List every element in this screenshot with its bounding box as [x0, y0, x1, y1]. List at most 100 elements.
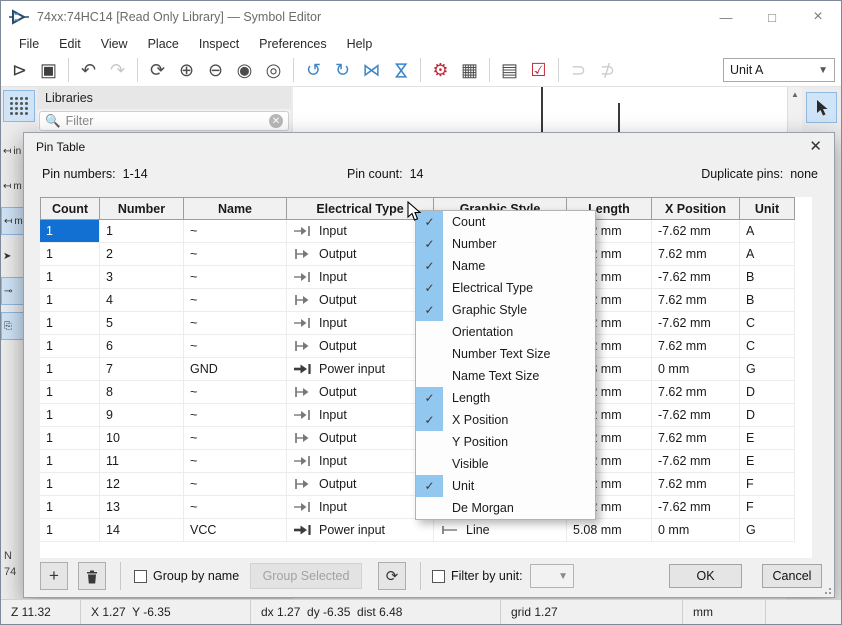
mirror-vertical-icon[interactable]: ⋈ [387, 57, 414, 84]
mirror-horizontal-icon[interactable]: ⋈ [358, 57, 385, 84]
rotate-ccw-icon[interactable]: ↺ [300, 57, 327, 84]
cell-count[interactable]: 1 [40, 496, 100, 519]
cell-count[interactable]: 1 [40, 519, 100, 542]
cell-name[interactable]: ~ [184, 220, 287, 243]
cell-unit[interactable]: E [740, 450, 795, 473]
cell-unit[interactable]: G [740, 358, 795, 381]
cell-name[interactable]: ~ [184, 404, 287, 427]
cell-name[interactable]: ~ [184, 381, 287, 404]
cell-x-position[interactable]: 7.62 mm [652, 473, 740, 496]
cell-number[interactable]: 3 [100, 266, 184, 289]
cell-number[interactable]: 12 [100, 473, 184, 496]
cell-x-position[interactable]: -7.62 mm [652, 312, 740, 335]
zoom-selection-icon[interactable]: ◎ [260, 57, 287, 84]
cell-x-position[interactable]: 7.62 mm [652, 243, 740, 266]
cell-count[interactable]: 1 [40, 427, 100, 450]
cell-name[interactable]: ~ [184, 312, 287, 335]
cell-length[interactable]: 5.08 mm [567, 519, 652, 542]
menu-item-name[interactable]: ✓Name [416, 255, 595, 277]
new-symbol-icon[interactable]: ⊳ [6, 57, 33, 84]
menu-preferences[interactable]: Preferences [249, 37, 336, 51]
clear-filter-icon[interactable]: ✕ [269, 114, 283, 128]
cell-x-position[interactable]: -7.62 mm [652, 404, 740, 427]
cell-electrical-type[interactable]: Power input [287, 358, 434, 381]
dock-tool-icon-4[interactable]: ⊸ [1, 277, 23, 305]
column-header-name[interactable]: Name [184, 197, 287, 220]
cell-unit[interactable]: C [740, 335, 795, 358]
library-filter-input[interactable]: 🔍 Filter ✕ [39, 111, 289, 131]
cell-x-position[interactable]: 7.62 mm [652, 289, 740, 312]
menu-item-visible[interactable]: Visible [416, 453, 595, 475]
cell-name[interactable]: ~ [184, 266, 287, 289]
menu-place[interactable]: Place [138, 37, 189, 51]
menu-item-de-morgan[interactable]: De Morgan [416, 497, 595, 519]
dock-tool-icon-5[interactable]: ⎘ [1, 312, 23, 340]
maximize-button[interactable]: □ [749, 1, 795, 33]
cell-electrical-type[interactable]: Output [287, 335, 434, 358]
cell-electrical-type[interactable]: Output [287, 427, 434, 450]
cell-number[interactable]: 10 [100, 427, 184, 450]
menu-view[interactable]: View [91, 37, 138, 51]
cell-unit[interactable]: D [740, 381, 795, 404]
cell-unit[interactable]: B [740, 289, 795, 312]
dialog-close-icon[interactable]: ✕ [809, 137, 822, 155]
menu-item-length[interactable]: ✓Length [416, 387, 595, 409]
cell-unit[interactable]: A [740, 243, 795, 266]
cell-electrical-type[interactable]: Output [287, 473, 434, 496]
undo-icon[interactable]: ↶ [75, 57, 102, 84]
symbol-properties-icon[interactable]: ⚙ [427, 57, 454, 84]
menu-help[interactable]: Help [337, 37, 383, 51]
rotate-cw-icon[interactable]: ↻ [329, 57, 356, 84]
cell-name[interactable]: ~ [184, 289, 287, 312]
column-header-x-position[interactable]: X Position [652, 197, 740, 220]
cell-number[interactable]: 4 [100, 289, 184, 312]
column-header-unit[interactable]: Unit [740, 197, 795, 220]
menu-item-graphic-style[interactable]: ✓Graphic Style [416, 299, 595, 321]
menu-item-name-text-size[interactable]: Name Text Size [416, 365, 595, 387]
cell-count[interactable]: 1 [40, 243, 100, 266]
cell-graphic-style[interactable]: Line [434, 519, 567, 542]
menu-file[interactable]: File [9, 37, 49, 51]
close-button[interactable]: × [795, 1, 841, 33]
cell-number[interactable]: 14 [100, 519, 184, 542]
dock-tool-m[interactable]: ↤m [1, 172, 23, 200]
cell-number[interactable]: 5 [100, 312, 184, 335]
cell-electrical-type[interactable]: Input [287, 220, 434, 243]
cell-count[interactable]: 1 [40, 358, 100, 381]
cell-x-position[interactable]: 0 mm [652, 358, 740, 381]
cell-count[interactable]: 1 [40, 450, 100, 473]
resize-grip[interactable] [821, 584, 831, 594]
cell-unit[interactable]: B [740, 266, 795, 289]
cell-unit[interactable]: F [740, 473, 795, 496]
cell-count[interactable]: 1 [40, 220, 100, 243]
add-pin-button[interactable]: + [40, 562, 68, 590]
filter-by-unit-checkbox[interactable]: Filter by unit: [432, 562, 523, 590]
cell-electrical-type[interactable]: Input [287, 496, 434, 519]
menu-item-electrical-type[interactable]: ✓Electrical Type [416, 277, 595, 299]
dock-tool-mr[interactable]: ↤mr [1, 207, 23, 235]
cell-count[interactable]: 1 [40, 404, 100, 427]
cell-x-position[interactable]: -7.62 mm [652, 266, 740, 289]
cell-name[interactable]: VCC [184, 519, 287, 542]
demorgan-standard-icon[interactable]: ⊃ [565, 57, 592, 84]
cell-electrical-type[interactable]: Output [287, 243, 434, 266]
cell-unit[interactable]: C [740, 312, 795, 335]
menu-edit[interactable]: Edit [49, 37, 91, 51]
cell-x-position[interactable]: -7.62 mm [652, 496, 740, 519]
pin-table-icon[interactable]: ▦ [456, 57, 483, 84]
menu-item-number-text-size[interactable]: Number Text Size [416, 343, 595, 365]
menu-inspect[interactable]: Inspect [189, 37, 249, 51]
cell-count[interactable]: 1 [40, 381, 100, 404]
cell-number[interactable]: 6 [100, 335, 184, 358]
unit-selector[interactable]: Unit A ▼ [723, 58, 835, 82]
select-tool-button[interactable] [806, 92, 837, 123]
demorgan-alternate-icon[interactable]: ⊅ [594, 57, 621, 84]
menu-item-number[interactable]: ✓Number [416, 233, 595, 255]
cell-number[interactable]: 8 [100, 381, 184, 404]
cell-electrical-type[interactable]: Input [287, 312, 434, 335]
cell-unit[interactable]: G [740, 519, 795, 542]
cell-x-position[interactable]: 0 mm [652, 519, 740, 542]
group-by-name-checkbox[interactable]: Group by name [134, 562, 239, 590]
cell-x-position[interactable]: 7.62 mm [652, 427, 740, 450]
cell-name[interactable]: ~ [184, 473, 287, 496]
